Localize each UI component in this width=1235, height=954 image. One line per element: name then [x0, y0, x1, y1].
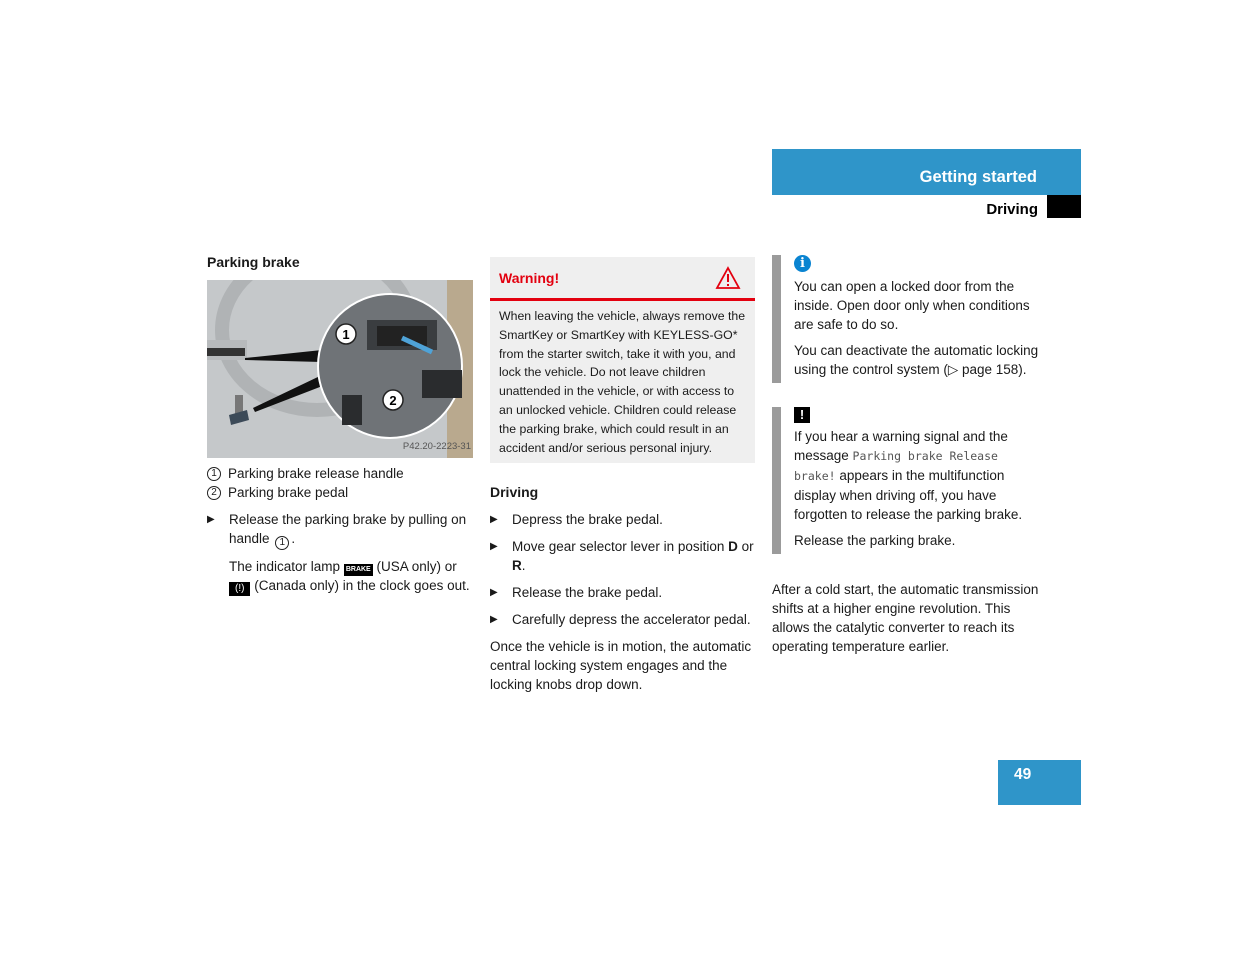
page-number: 49 — [1014, 766, 1032, 783]
step-text: Carefully depress the accelerator pedal. — [512, 612, 751, 628]
figure-legend: 1 Parking brake release handle 2 Parking… — [207, 464, 473, 502]
bullet-triangle-icon: ▶ — [207, 514, 215, 525]
indicator-note: The indicator lamp BRAKE (USA only) or (… — [229, 559, 470, 596]
instruction-step: ▶ Move gear selector lever in position D… — [490, 537, 755, 575]
info-text: You can deactivate the automatic locking… — [794, 343, 1039, 377]
instruction-step: ▶ Carefully depress the accelerator peda… — [490, 610, 755, 629]
callout-2-label: 2 — [389, 393, 396, 408]
exclamation-icon: ! — [794, 407, 810, 423]
warning-text: When leaving the vehicle, always remove … — [499, 309, 746, 455]
cold-start-text: After a cold start, the automatic transm… — [772, 582, 1039, 654]
bullet-triangle-icon: ▶ — [490, 541, 498, 553]
parking-brake-lamp-icon: (!) — [229, 582, 251, 596]
instruction-step: ▶ Release the brake pedal. — [490, 583, 755, 602]
central-locking-text: Once the vehicle is in motion, the autom… — [490, 639, 752, 693]
caution-text: Release the parking brake. — [794, 533, 956, 548]
bullet-triangle-icon: ▶ — [490, 614, 498, 626]
warning-triangle-icon — [715, 266, 741, 289]
driving-column: Warning! When leaving the vehicle, alway… — [490, 257, 755, 694]
instruction-step: ▶ Release the parking brake by pulling o… — [207, 510, 473, 550]
legend-text: Parking brake pedal — [228, 485, 349, 500]
subsection-title: Driving — [986, 201, 1038, 218]
bullet-triangle-icon: ▶ — [490, 587, 498, 599]
callout-number: 1 — [207, 466, 221, 481]
legend-item: 2 Parking brake pedal — [207, 483, 473, 502]
callout-1-label: 1 — [342, 327, 349, 342]
caution-text: If you hear a warning signal and the mes… — [794, 429, 1023, 522]
bullet-triangle-icon: ▶ — [490, 514, 498, 526]
brake-lamp-icon: BRAKE — [343, 564, 373, 576]
step-text: Move gear selector lever in position D o… — [512, 539, 754, 574]
page-number-box: 49 — [998, 760, 1081, 805]
parking-brake-column: Parking brake 1 2 P42.20-2223-31 1 Parki… — [207, 253, 473, 596]
section-marker-block — [1047, 195, 1081, 218]
section-header-band: Getting started — [772, 149, 1081, 195]
figure-code: P42.20-2223-31 — [402, 441, 471, 452]
parking-brake-illustration: 1 2 P42.20-2223-31 — [207, 280, 473, 458]
info-text: You can open a locked door from the insi… — [794, 279, 1030, 332]
callout-number: 2 — [207, 485, 221, 500]
driving-heading: Driving — [490, 484, 539, 501]
step-text: Depress the brake pedal. — [512, 512, 663, 528]
callout-number: 1 — [275, 536, 290, 550]
dashboard-pedal-illustration: 1 2 — [207, 280, 473, 458]
legend-item: 1 Parking brake release handle — [207, 464, 473, 483]
step-text: Release the brake pedal. — [512, 585, 663, 601]
legend-text: Parking brake release handle — [228, 466, 404, 481]
instruction-step: ▶ Depress the brake pedal. — [490, 510, 755, 529]
info-icon: i — [794, 255, 811, 272]
notes-column: i You can open a locked door from the in… — [772, 255, 1042, 656]
warning-title: Warning! — [499, 270, 560, 286]
step-text: Release the parking brake by pulling on … — [229, 512, 467, 550]
warning-box: Warning! When leaving the vehicle, alway… — [490, 257, 755, 464]
section-title: Getting started — [919, 168, 1037, 186]
subsection-header: Driving — [772, 195, 1081, 218]
info-note: i You can open a locked door from the in… — [772, 255, 1042, 383]
gear-r: R — [512, 558, 522, 574]
gear-d: D — [728, 539, 738, 555]
caution-note: ! If you hear a warning signal and the m… — [772, 407, 1042, 554]
parking-brake-heading: Parking brake — [207, 254, 300, 270]
warning-header: Warning! — [490, 257, 755, 301]
